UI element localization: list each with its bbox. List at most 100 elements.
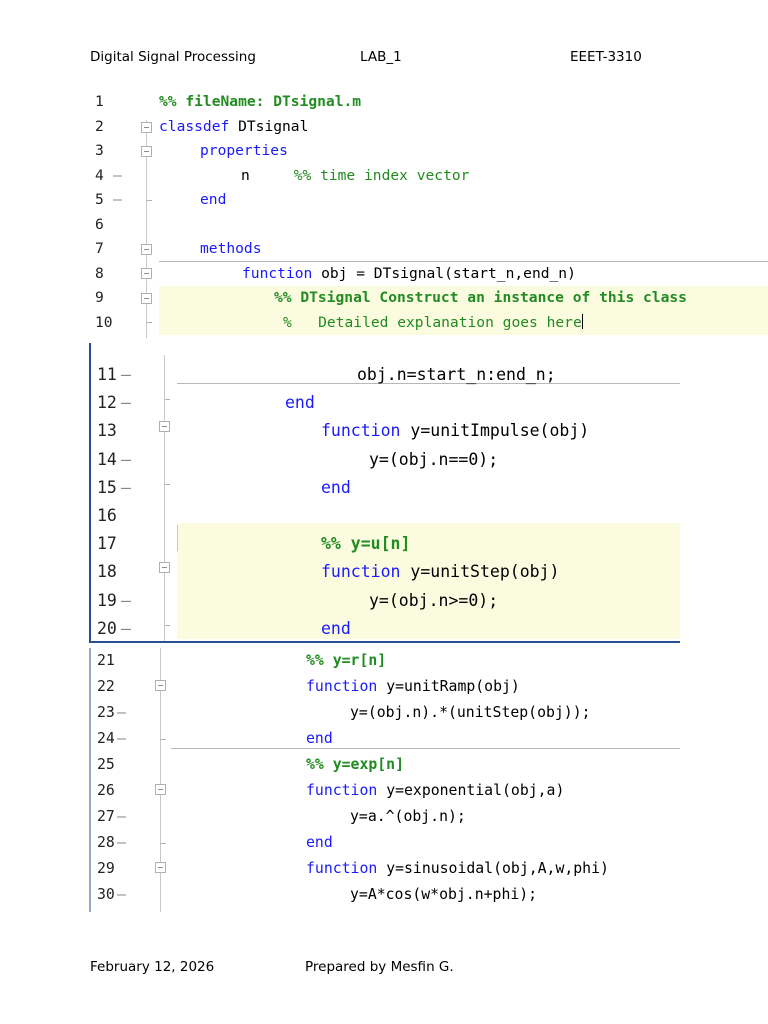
code-line: 7 methods bbox=[89, 237, 768, 262]
code-screenshot-1: 1 %% fileName: DTsignal.m 2 classdef DTsig… bbox=[89, 90, 768, 338]
line-number: 14 bbox=[97, 449, 117, 469]
breakpoint-dash[interactable]: — bbox=[113, 164, 122, 189]
code-line: 24— end bbox=[91, 726, 680, 752]
code-line: 28— end bbox=[91, 830, 680, 856]
code-line: 9 %% DTsignal Construct an instance of th… bbox=[89, 286, 768, 311]
breakpoint-dash[interactable]: — bbox=[121, 361, 131, 389]
code-line: 19— y=(obj.n>=0); bbox=[91, 587, 680, 615]
keyword: function bbox=[306, 860, 378, 877]
code-line: 26 function y=exponential(obj,a) bbox=[91, 778, 680, 804]
code-line: 18 function y=unitStep(obj) bbox=[91, 558, 680, 586]
code-line: 22 function y=unitRamp(obj) bbox=[91, 674, 680, 700]
line-number: 3 bbox=[95, 142, 104, 159]
line-number: 18 bbox=[97, 562, 117, 582]
breakpoint-dash[interactable]: — bbox=[121, 389, 131, 417]
code-text: y=unitStep(obj) bbox=[400, 562, 560, 582]
comment: %% DTsignal Construct an instance of thi… bbox=[274, 289, 687, 306]
keyword: end bbox=[306, 834, 333, 851]
line-number: 25 bbox=[97, 756, 115, 773]
comment: %% y=exp[n] bbox=[306, 756, 404, 773]
line-number: 8 bbox=[95, 264, 104, 282]
line-number: 6 bbox=[95, 215, 104, 233]
line-number: 7 bbox=[95, 240, 104, 257]
comment: %% y=u[n] bbox=[321, 534, 411, 554]
comment: % Detailed explanation goes here bbox=[283, 313, 582, 331]
line-number: 10 bbox=[95, 313, 113, 331]
line-number: 24 bbox=[97, 730, 115, 747]
code-text: n bbox=[241, 166, 294, 184]
comment: %% time index vector bbox=[293, 166, 470, 184]
line-number: 19 bbox=[97, 590, 117, 610]
code-line: 13 function y=unitImpulse(obj) bbox=[91, 417, 680, 445]
line-number: 29 bbox=[97, 860, 115, 877]
keyword: end bbox=[306, 730, 333, 747]
code-line: 8 function obj = DTsignal(start_n,end_n) bbox=[89, 262, 768, 287]
keyword: function bbox=[242, 264, 313, 282]
header-course: Digital Signal Processing bbox=[90, 49, 256, 65]
breakpoint-dash[interactable]: — bbox=[121, 615, 131, 641]
code-screenshot-3: 21 %% y=r[n] 22 function y=unitRamp(obj) 2… bbox=[89, 648, 680, 912]
line-number: 17 bbox=[97, 534, 117, 554]
code-text: y=unitImpulse(obj) bbox=[400, 421, 590, 441]
keyword: properties bbox=[200, 142, 288, 159]
breakpoint-dash[interactable]: — bbox=[117, 726, 126, 752]
breakpoint-dash[interactable]: — bbox=[117, 830, 126, 856]
line-number: 13 bbox=[97, 421, 117, 441]
comment: %% y=r[n] bbox=[306, 652, 387, 669]
code-line: 25 %% y=exp[n] bbox=[91, 752, 680, 778]
keyword: end bbox=[321, 618, 351, 638]
line-number: 23 bbox=[97, 704, 115, 721]
code-text: y=sinusoidal(obj,A,w,phi) bbox=[377, 860, 609, 877]
code-text: obj.n=start_n:end_n; bbox=[357, 365, 556, 384]
line-number: 11 bbox=[97, 365, 117, 384]
code-text: %% fileName: DTsignal.m bbox=[159, 93, 362, 110]
code-line: 5 — end bbox=[89, 188, 768, 213]
code-line: 29 function y=sinusoidal(obj,A,w,phi) bbox=[91, 856, 680, 882]
code-line: 3 properties bbox=[89, 139, 768, 164]
code-text: y=(obj.n).*(unitStep(obj)); bbox=[350, 704, 591, 721]
breakpoint-dash[interactable]: — bbox=[121, 587, 131, 615]
code-line: 15— end bbox=[91, 474, 680, 502]
line-number: 26 bbox=[97, 782, 115, 799]
keyword: end bbox=[200, 191, 227, 208]
breakpoint-dash[interactable]: — bbox=[117, 804, 126, 830]
code-text: y=(obj.n>=0); bbox=[369, 590, 499, 610]
code-line: 14— y=(obj.n==0); bbox=[91, 446, 680, 474]
code-text: y=exponential(obj,a) bbox=[377, 782, 565, 799]
line-number: 27 bbox=[97, 808, 115, 825]
line-number: 16 bbox=[97, 506, 117, 525]
line-number: 5 bbox=[95, 191, 104, 208]
code-line: 16 bbox=[91, 502, 680, 530]
code-line: 4 — n %% time index vector bbox=[89, 164, 768, 189]
code-line: 1 %% fileName: DTsignal.m bbox=[89, 90, 768, 115]
breakpoint-dash[interactable]: — bbox=[121, 474, 131, 502]
line-number: 1 bbox=[95, 93, 104, 110]
line-number: 12 bbox=[97, 393, 117, 413]
line-number: 2 bbox=[95, 117, 104, 135]
line-number: 20 bbox=[97, 618, 117, 638]
breakpoint-dash[interactable]: — bbox=[113, 188, 122, 213]
code-text: obj = DTsignal(start_n,end_n) bbox=[312, 264, 576, 282]
breakpoint-dash[interactable]: — bbox=[117, 882, 126, 908]
code-line: 23— y=(obj.n).*(unitStep(obj)); bbox=[91, 700, 680, 726]
breakpoint-dash[interactable]: — bbox=[121, 446, 131, 474]
breakpoint-dash[interactable]: — bbox=[117, 700, 126, 726]
keyword: function bbox=[306, 678, 378, 695]
line-number: 21 bbox=[97, 652, 115, 669]
code-screenshot-2: 11— obj.n=start_n:end_n; 12— end 13 functio… bbox=[89, 343, 680, 643]
code-text: y=A*cos(w*obj.n+phi); bbox=[350, 886, 538, 903]
code-line: 2 classdef DTsignal bbox=[89, 115, 768, 140]
footer-date: February 12, 2026 bbox=[90, 959, 215, 975]
code-text: y=unitRamp(obj) bbox=[377, 678, 520, 695]
text-cursor bbox=[581, 313, 583, 329]
code-text: y=a.^(obj.n); bbox=[350, 808, 466, 825]
header-lab: LAB_1 bbox=[360, 49, 402, 65]
footer-author: Prepared by Mesfin G. bbox=[305, 959, 454, 975]
code-line: 12— end bbox=[91, 389, 680, 417]
line-number: 4 bbox=[95, 166, 104, 184]
code-text: DTsignal bbox=[229, 117, 309, 135]
code-line: 11— obj.n=start_n:end_n; bbox=[91, 361, 680, 389]
code-line: 10 % Detailed explanation goes here bbox=[89, 311, 768, 336]
keyword: classdef bbox=[159, 117, 230, 135]
code-line: 6 bbox=[89, 213, 768, 238]
